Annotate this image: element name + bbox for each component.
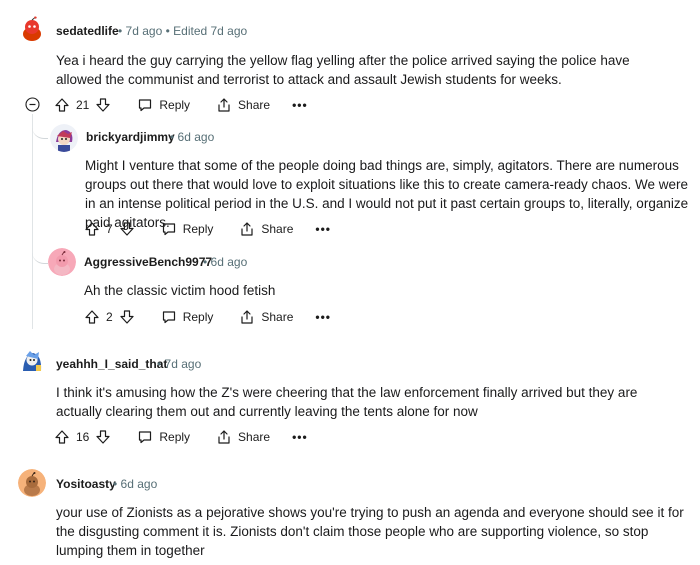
reply-button[interactable]: Reply bbox=[137, 429, 190, 445]
vote-count: 2 bbox=[106, 310, 113, 324]
thread-connector bbox=[32, 243, 48, 264]
username[interactable]: AggressiveBench9977 bbox=[84, 255, 212, 269]
comment-body: I think it's amusing how the Z's were ch… bbox=[56, 385, 638, 419]
upvote-icon bbox=[85, 310, 99, 324]
vote-count: 7 bbox=[106, 222, 113, 236]
reply-label: Reply bbox=[182, 222, 214, 236]
comment-actions: 7 Reply Share ••• bbox=[84, 218, 331, 240]
timestamp[interactable]: 6d ago bbox=[178, 130, 215, 144]
share-button[interactable]: Share bbox=[239, 221, 293, 237]
share-icon bbox=[218, 98, 230, 112]
downvote-icon bbox=[120, 310, 134, 324]
comment-actions: 16 Reply Share ••• bbox=[54, 426, 308, 448]
reply-label: Reply bbox=[182, 310, 214, 324]
comment-body: Yea i heard the guy carrying the yellow … bbox=[56, 53, 630, 87]
timestamp[interactable]: 7d ago bbox=[126, 24, 163, 38]
comment-actions: 21 Reply Share ••• bbox=[54, 94, 308, 116]
avatar[interactable] bbox=[18, 347, 46, 375]
username[interactable]: sedatedlife bbox=[56, 24, 119, 38]
share-label: Share bbox=[261, 222, 294, 236]
avatar[interactable] bbox=[18, 469, 46, 497]
vote-count: 16 bbox=[76, 430, 90, 444]
upvote-button[interactable] bbox=[84, 221, 100, 237]
comment-meta: • 6d ago bbox=[203, 255, 247, 269]
upvote-button[interactable] bbox=[54, 97, 70, 113]
separator: • bbox=[165, 24, 170, 38]
reply-button[interactable]: Reply bbox=[161, 221, 214, 237]
reply-label: Reply bbox=[159, 430, 191, 444]
comment-meta: • 7d ago bbox=[157, 357, 201, 371]
share-button[interactable]: Share bbox=[239, 309, 293, 325]
upvote-icon bbox=[55, 430, 69, 444]
username[interactable]: yeahhh_I_said_that bbox=[56, 357, 167, 371]
comment-meta: • 6d ago bbox=[113, 477, 157, 491]
downvote-button[interactable] bbox=[95, 97, 111, 113]
reply-button[interactable]: Reply bbox=[137, 97, 190, 113]
edited-label: Edited 7d ago bbox=[173, 24, 248, 38]
share-icon bbox=[218, 430, 230, 444]
comment-icon bbox=[139, 99, 152, 112]
more-options-button[interactable]: ••• bbox=[315, 222, 331, 236]
downvote-button[interactable] bbox=[119, 309, 135, 325]
comment-body: your use of Zionists as a pejorative sho… bbox=[56, 505, 684, 558]
more-options-button[interactable]: ••• bbox=[292, 98, 308, 112]
share-button[interactable]: Share bbox=[216, 97, 270, 113]
avatar[interactable] bbox=[50, 124, 78, 152]
separator: • bbox=[203, 255, 208, 269]
comment-icon bbox=[139, 431, 152, 444]
separator: • bbox=[157, 357, 162, 371]
thread-connector bbox=[32, 118, 48, 139]
comment-icon bbox=[162, 223, 175, 236]
comment-icon bbox=[162, 311, 175, 324]
minus-circle-icon bbox=[25, 97, 40, 112]
share-label: Share bbox=[238, 98, 271, 112]
reply-label: Reply bbox=[159, 98, 191, 112]
share-button[interactable]: Share bbox=[216, 429, 270, 445]
username[interactable]: Yositoasty bbox=[56, 477, 116, 491]
upvote-icon bbox=[55, 98, 69, 112]
share-icon bbox=[241, 222, 253, 236]
avatar[interactable] bbox=[48, 248, 76, 276]
username[interactable]: brickyardjimmy bbox=[86, 130, 175, 144]
separator: • bbox=[118, 24, 123, 38]
comment-meta: • 6d ago bbox=[170, 130, 214, 144]
separator: • bbox=[170, 130, 175, 144]
timestamp[interactable]: 6d ago bbox=[211, 255, 248, 269]
collapse-thread-button[interactable] bbox=[25, 97, 40, 112]
share-label: Share bbox=[238, 430, 271, 444]
avatar[interactable] bbox=[18, 16, 46, 44]
downvote-icon bbox=[96, 98, 110, 112]
separator: • bbox=[113, 477, 118, 491]
share-label: Share bbox=[261, 310, 294, 324]
downvote-icon bbox=[120, 222, 134, 236]
downvote-button[interactable] bbox=[95, 429, 111, 445]
more-options-button[interactable]: ••• bbox=[292, 430, 308, 444]
vote-count: 21 bbox=[76, 98, 90, 112]
comment-body: Ah the classic victim hood fetish bbox=[84, 283, 276, 298]
timestamp[interactable]: 6d ago bbox=[121, 477, 158, 491]
timestamp[interactable]: 7d ago bbox=[165, 357, 202, 371]
downvote-button[interactable] bbox=[119, 221, 135, 237]
upvote-button[interactable] bbox=[84, 309, 100, 325]
upvote-icon bbox=[85, 222, 99, 236]
upvote-button[interactable] bbox=[54, 429, 70, 445]
more-options-button[interactable]: ••• bbox=[315, 310, 331, 324]
downvote-icon bbox=[96, 430, 110, 444]
thread-line[interactable] bbox=[32, 114, 33, 329]
comment-actions: 2 Reply Share ••• bbox=[84, 306, 331, 328]
comment-meta: • 7d ago • Edited 7d ago bbox=[118, 24, 247, 38]
reply-button[interactable]: Reply bbox=[161, 309, 214, 325]
share-icon bbox=[241, 310, 253, 324]
